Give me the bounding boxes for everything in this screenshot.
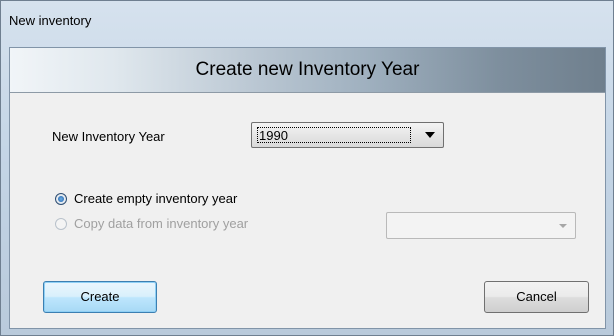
create-empty-label: Create empty inventory year bbox=[74, 191, 238, 206]
cancel-button[interactable]: Cancel bbox=[484, 281, 589, 313]
year-label: New Inventory Year bbox=[52, 129, 165, 144]
copy-data-radio[interactable] bbox=[55, 218, 67, 230]
banner-title: Create new Inventory Year bbox=[195, 59, 420, 80]
title-bar[interactable]: New inventory bbox=[1, 1, 613, 47]
header-banner: Create new Inventory Year bbox=[10, 48, 605, 93]
create-empty-radio[interactable] bbox=[55, 193, 67, 205]
copy-year-dropdown[interactable] bbox=[386, 212, 576, 239]
create-button[interactable]: Create bbox=[43, 281, 157, 313]
copy-data-label: Copy data from inventory year bbox=[74, 216, 249, 231]
chevron-down-icon bbox=[559, 224, 567, 228]
dialog-window: New inventory Create new Inventory Year … bbox=[0, 0, 614, 336]
dialog-content: Create new Inventory Year New Inventory … bbox=[9, 47, 606, 329]
chevron-down-icon bbox=[425, 132, 435, 138]
window-title: New inventory bbox=[9, 13, 92, 28]
year-dropdown[interactable]: 1990 bbox=[251, 122, 444, 148]
year-dropdown-value: 1990 bbox=[257, 127, 411, 143]
